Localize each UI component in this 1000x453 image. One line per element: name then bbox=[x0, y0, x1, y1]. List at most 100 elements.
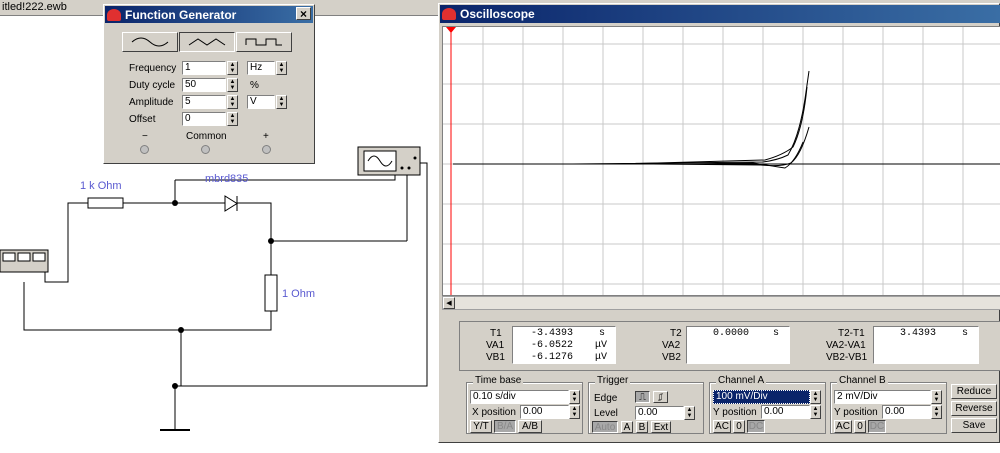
t1-readout: -3.4393 s -6.0522 μV -6.1276 μV bbox=[512, 326, 616, 364]
resistor-1k bbox=[87, 197, 124, 209]
t2-label: T2 bbox=[670, 328, 682, 339]
frequency-stepper[interactable]: ▲ ▼ bbox=[227, 61, 238, 75]
vb2-label: VB2 bbox=[662, 352, 681, 363]
t1-unit: s bbox=[599, 328, 606, 339]
oscilloscope-titlebar[interactable]: Oscilloscope bbox=[440, 5, 1000, 23]
app-icon bbox=[107, 8, 121, 21]
dva-label: VA2-VA1 bbox=[826, 340, 866, 351]
channel-b-ypos-field[interactable]: 0.00 bbox=[882, 405, 931, 419]
auto-button[interactable]: Auto bbox=[592, 421, 618, 433]
frequency-unit-field[interactable]: Hz bbox=[247, 61, 275, 75]
dt-value: 3.4393 bbox=[900, 328, 937, 339]
oscilloscope-icon bbox=[357, 146, 421, 176]
ba-button[interactable]: B/A bbox=[494, 420, 516, 433]
waveform-selector bbox=[122, 32, 292, 52]
va1-value: -6.0522 bbox=[531, 340, 574, 351]
function-generator-icon bbox=[0, 249, 49, 273]
trigger-a-button[interactable]: A bbox=[621, 421, 633, 433]
trigger-group: Trigger Edge ⎍ ⎎ Level 0.00 ▲ ▼ Auto A B … bbox=[588, 375, 704, 434]
rising-edge-icon[interactable]: ⎍ bbox=[635, 391, 650, 403]
triangle-wave-icon bbox=[188, 38, 226, 46]
minus-terminal[interactable] bbox=[140, 145, 149, 154]
x-position-stepper[interactable]: ▲ ▼ bbox=[569, 405, 580, 419]
square-wave-button[interactable] bbox=[236, 32, 292, 52]
channel-a-ac-button[interactable]: AC bbox=[713, 420, 731, 433]
channel-a-ypos-field[interactable]: 0.00 bbox=[761, 405, 810, 419]
common-terminal[interactable] bbox=[201, 145, 210, 154]
channel-a-group: Channel A 100 mV/Div ▲ ▼ Y position 0.00 … bbox=[709, 375, 826, 434]
channel-a-scale-stepper[interactable]: ▲ ▼ bbox=[810, 390, 821, 404]
channel-a-zero-button[interactable]: 0 bbox=[733, 420, 745, 433]
time-base-stepper[interactable]: ▲ ▼ bbox=[569, 390, 580, 404]
amplitude-stepper[interactable]: ▲ ▼ bbox=[227, 95, 238, 109]
dt-unit: s bbox=[962, 328, 969, 339]
dvb-label: VB2-VB1 bbox=[826, 352, 868, 363]
dt-readout: 3.4393 s bbox=[873, 326, 979, 364]
falling-edge-icon[interactable]: ⎎ bbox=[653, 391, 668, 403]
triangle-wave-button[interactable] bbox=[179, 32, 235, 52]
t1-label: T1 bbox=[490, 328, 502, 339]
trigger-ext-button[interactable]: Ext bbox=[651, 421, 671, 433]
level-field[interactable]: 0.00 bbox=[635, 406, 684, 420]
sine-wave-button[interactable] bbox=[122, 32, 178, 52]
diode-label: mbrd835 bbox=[205, 173, 249, 185]
resistor-1ohm bbox=[264, 274, 278, 312]
wire bbox=[237, 202, 272, 275]
dt-label: T2-T1 bbox=[838, 328, 865, 339]
level-label: Level bbox=[594, 408, 618, 419]
trigger-title: Trigger bbox=[595, 375, 631, 386]
junction bbox=[172, 200, 178, 206]
vb1-label: VB1 bbox=[486, 352, 505, 363]
x-position-label: X position bbox=[472, 407, 516, 418]
frequency-field[interactable]: 1 bbox=[182, 61, 226, 75]
channel-a-dc-button[interactable]: DC bbox=[747, 420, 765, 433]
oscilloscope-window: Oscilloscope ◀ T1 VA1 VB1 -3.4393 s -6.0… bbox=[438, 3, 1000, 443]
vb1-value: -6.1276 bbox=[531, 352, 574, 363]
level-stepper[interactable]: ▲ ▼ bbox=[684, 406, 695, 420]
offset-stepper[interactable]: ▲ ▼ bbox=[227, 112, 238, 126]
channel-b-ypos-stepper[interactable]: ▲ ▼ bbox=[931, 405, 942, 419]
t1-value: -3.4393 bbox=[531, 328, 574, 339]
save-button[interactable]: Save bbox=[951, 418, 997, 433]
ab-button[interactable]: A/B bbox=[518, 420, 542, 433]
load-resistor-label: 1 Ohm bbox=[282, 288, 316, 300]
channel-a-ypos-label: Y position bbox=[713, 407, 757, 418]
trace-b bbox=[622, 86, 808, 165]
function-generator-titlebar[interactable]: Function Generator × bbox=[105, 6, 313, 23]
scroll-left-icon[interactable]: ◀ bbox=[443, 297, 455, 309]
amplitude-unit-field[interactable]: V bbox=[247, 95, 275, 109]
yt-button[interactable]: Y/T bbox=[470, 420, 492, 433]
app-icon bbox=[442, 8, 456, 20]
channel-b-ac-button[interactable]: AC bbox=[834, 420, 852, 433]
trigger-b-button[interactable]: B bbox=[636, 421, 648, 433]
trace-a bbox=[572, 70, 810, 165]
amplitude-unit-stepper[interactable]: ▲ ▼ bbox=[276, 95, 287, 109]
channel-b-dc-button[interactable]: DC bbox=[868, 420, 886, 433]
document-title: itled!222.ewb bbox=[2, 1, 67, 13]
plus-terminal[interactable] bbox=[262, 145, 271, 154]
duty-cycle-stepper[interactable]: ▲ ▼ bbox=[227, 78, 238, 92]
reverse-button[interactable]: Reverse bbox=[951, 401, 997, 416]
duty-cycle-label: Duty cycle bbox=[129, 80, 176, 91]
function-generator-title: Function Generator bbox=[125, 7, 237, 22]
edge-label: Edge bbox=[594, 393, 618, 404]
time-base-field[interactable]: 0.10 s/div bbox=[470, 390, 569, 404]
channel-b-scale-stepper[interactable]: ▲ ▼ bbox=[931, 390, 942, 404]
offset-field[interactable]: 0 bbox=[182, 112, 226, 126]
duty-cycle-field[interactable]: 50 bbox=[182, 78, 226, 92]
t2-readout: 0.0000 s bbox=[686, 326, 790, 364]
x-position-field[interactable]: 0.00 bbox=[520, 405, 569, 419]
t2-unit: s bbox=[773, 328, 780, 339]
channel-b-zero-button[interactable]: 0 bbox=[854, 420, 866, 433]
close-icon[interactable]: × bbox=[296, 7, 311, 21]
frequency-unit-stepper[interactable]: ▲ ▼ bbox=[276, 61, 287, 75]
reduce-button[interactable]: Reduce bbox=[951, 384, 997, 399]
vb1-unit: μV bbox=[595, 352, 608, 363]
horizontal-scrollbar[interactable]: ◀ bbox=[442, 296, 1000, 310]
channel-a-ypos-stepper[interactable]: ▲ ▼ bbox=[810, 405, 821, 419]
sine-wave-icon bbox=[131, 37, 169, 47]
amplitude-field[interactable]: 5 bbox=[182, 95, 226, 109]
channel-b-scale-field[interactable]: 2 mV/Div bbox=[834, 390, 931, 404]
channel-a-scale-field[interactable]: 100 mV/Div bbox=[713, 390, 810, 404]
channel-b-ypos-label: Y position bbox=[834, 407, 878, 418]
